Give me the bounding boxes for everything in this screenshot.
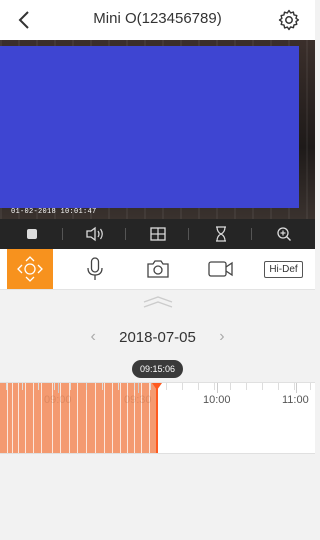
gear-icon (278, 9, 300, 31)
split-view-button[interactable] (126, 219, 189, 249)
video-overlay (0, 46, 299, 208)
timeline-tick (70, 383, 71, 390)
timeline-tick (22, 383, 23, 390)
playback-date[interactable]: 2018-07-05 (119, 329, 196, 346)
timeline-tick (38, 383, 39, 390)
timeline-tick (182, 383, 183, 390)
timeline-hour-label: 10:00 (203, 394, 231, 406)
timeline-hour-label: 09:00 (44, 394, 72, 406)
record-gap-stripe (25, 383, 26, 453)
top-bar: Mini O(123456789) (0, 0, 315, 40)
record-button[interactable] (189, 249, 252, 289)
prev-date-button[interactable]: ‹ (81, 328, 105, 346)
timeline-tick (278, 383, 279, 390)
record-gap-stripe (95, 383, 96, 453)
timeline-tick (54, 383, 55, 390)
timeline-tick (214, 383, 215, 390)
split-view-icon (149, 227, 166, 241)
volume-icon (85, 226, 103, 242)
timeline-hour-tick (58, 383, 59, 393)
playback-timeline[interactable]: 09:00 09:30 10:00 11:00 (0, 382, 315, 454)
ptz-arrows-icon (17, 256, 43, 282)
timeline-tick (86, 383, 87, 390)
timeline-tick (310, 383, 311, 390)
timeline-tick (246, 383, 247, 390)
hourglass-button[interactable] (189, 219, 252, 249)
timeline-tick (198, 383, 199, 390)
video-player[interactable]: 01-02-2018 10:01:47 (0, 40, 315, 219)
microphone-icon (86, 257, 103, 280)
timeline-tick (118, 383, 119, 390)
record-gap-stripe (7, 383, 8, 453)
timeline-tick (166, 383, 167, 390)
timeline-hour-tick (217, 383, 218, 393)
settings-button[interactable] (277, 8, 301, 32)
timeline-tick (230, 383, 231, 390)
timeline-tick (150, 383, 151, 390)
volume-button[interactable] (63, 219, 126, 249)
record-gap-stripe (33, 383, 34, 453)
zoom-in-icon (276, 227, 291, 241)
video-control-bar (0, 219, 315, 249)
quality-button[interactable]: Hi-Def (252, 249, 315, 289)
timeline-hour-tick (296, 383, 297, 393)
stop-icon (26, 229, 37, 239)
current-time-badge: 09:15:06 (132, 360, 184, 378)
record-gap-stripe (104, 383, 105, 453)
record-gap-stripe (112, 383, 113, 453)
expand-handle-icon[interactable] (142, 296, 174, 308)
record-gap-stripe (18, 383, 19, 453)
record-gap-stripe (41, 383, 42, 453)
ptz-direction-button[interactable] (7, 249, 53, 289)
date-selector: ‹ 2018-07-05 › (0, 325, 315, 349)
hourglass-icon (215, 226, 226, 242)
record-gap-stripe (86, 383, 87, 453)
timeline-hour-tick (138, 383, 139, 393)
timeline-tick (134, 383, 135, 390)
timeline-hour-label: 09:30 (124, 394, 152, 406)
video-timestamp: 01-02-2018 10:01:47 (11, 208, 97, 216)
record-gap-stripe (120, 383, 121, 453)
hidef-label: Hi-Def (264, 260, 303, 278)
record-gap-stripe (77, 383, 78, 453)
zoom-in-button[interactable] (252, 219, 315, 249)
next-date-button[interactable]: › (210, 328, 234, 346)
timeline-tick (294, 383, 295, 390)
page-title: Mini O(123456789) (93, 10, 222, 27)
timeline-cursor[interactable] (156, 383, 158, 453)
stop-button[interactable] (0, 219, 63, 249)
snapshot-button[interactable] (126, 249, 189, 289)
timeline-cursor-marker (152, 383, 162, 390)
function-toolbar: Hi-Def (0, 249, 315, 289)
camera-icon (146, 260, 169, 278)
timeline-tick (262, 383, 263, 390)
record-gap-stripe (12, 383, 13, 453)
timeline-tick (6, 383, 7, 390)
timeline-hour-label: 11:00 (282, 394, 309, 406)
video-camera-icon (207, 261, 233, 277)
talk-button[interactable] (63, 249, 126, 289)
panel-divider (0, 289, 315, 290)
timeline-tick (102, 383, 103, 390)
